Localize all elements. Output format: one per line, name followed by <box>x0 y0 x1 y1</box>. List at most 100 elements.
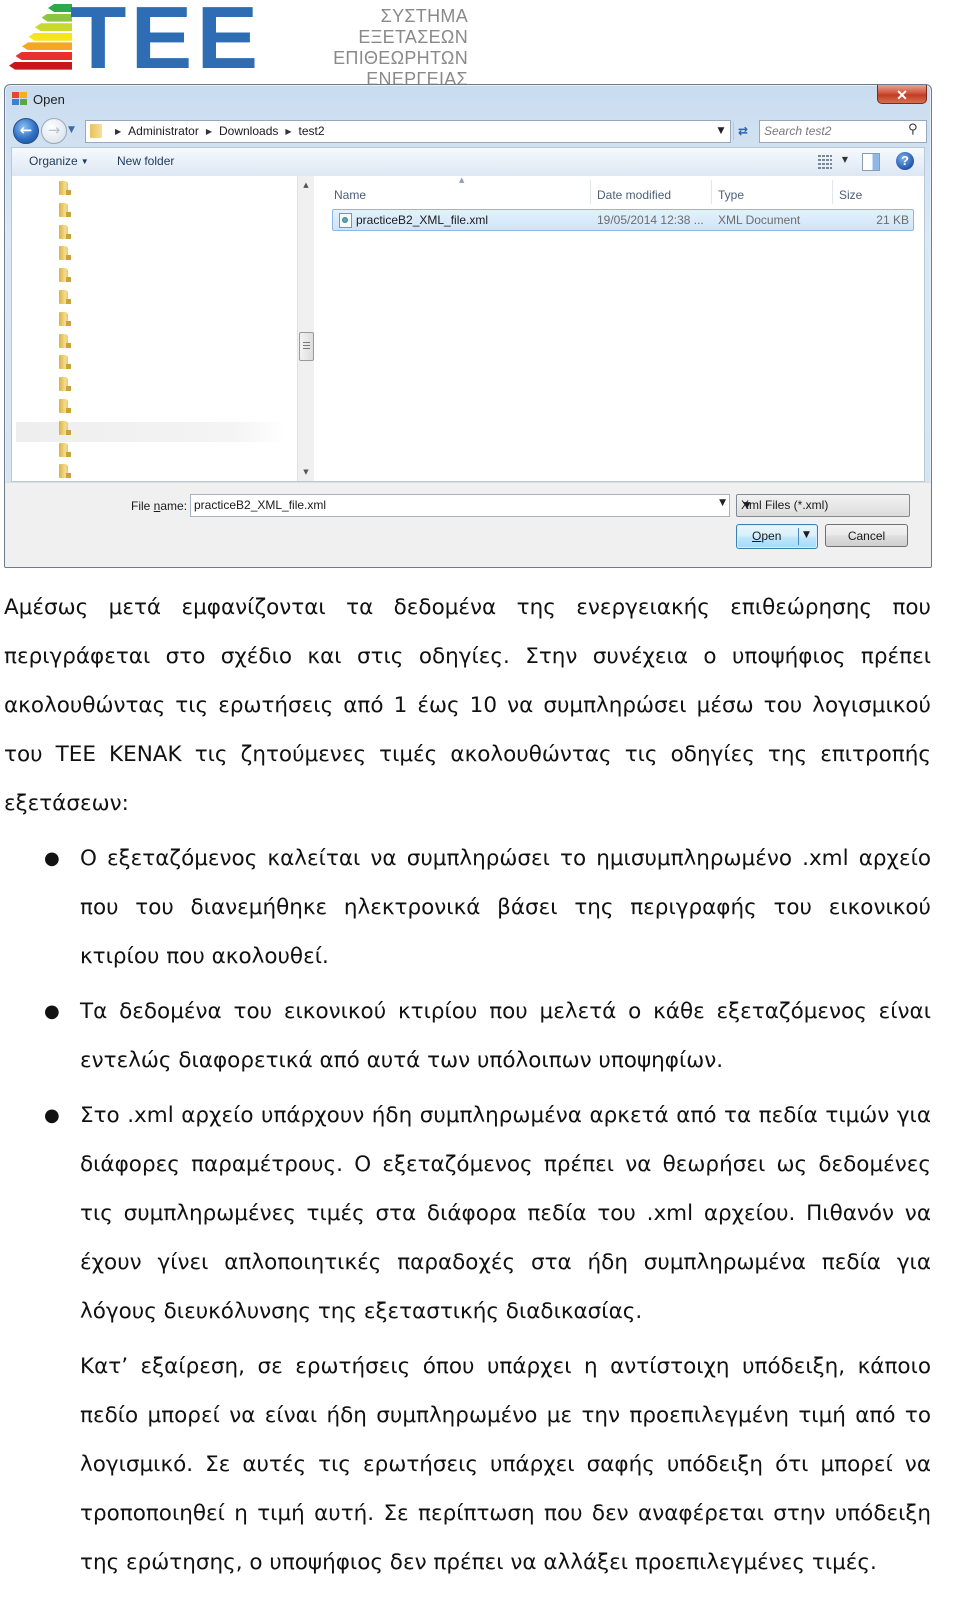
folder-icon[interactable] <box>59 202 71 218</box>
document-body: Αμέσως μετά εμφανίζονται τα δεδομένα της… <box>4 583 931 1587</box>
column-header-date-modified[interactable]: Date modified <box>597 188 671 202</box>
scroll-up-icon[interactable]: ▲ <box>298 178 314 192</box>
file-name-dropdown-icon[interactable]: ▼ <box>719 498 726 508</box>
nav-selected-highlight <box>16 422 286 442</box>
change-view-button[interactable] <box>818 154 832 169</box>
tee-logo: TEE ΣΥΣΤΗΜΑ ΕΞΕΤΑΣΕΩΝ ΕΠΙΘΕΩΡΗΤΩΝ ΕΝΕΡΓΕ… <box>6 0 468 89</box>
system-title-line: ΕΠΙΘΕΩΡΗΤΩΝ <box>333 48 468 68</box>
column-header-type[interactable]: Type <box>718 188 744 202</box>
dialog-body: ▲ ▼ ▲ Name Date modified Type Size pract… <box>11 176 925 482</box>
open-file-dialog: Open ✕ ← → ▼ ▶ Administrator ▶ Downloads ▶ te… <box>4 84 932 568</box>
energy-bar <box>15 52 72 60</box>
file-row-selected[interactable]: practiceB2_XML_file.xml 19/05/2014 12:38… <box>332 209 914 231</box>
close-button[interactable]: ✕ <box>877 85 927 104</box>
exception-paragraph: Κατ’ εξαίρεση, σε ερωτήσεις όπου υπάρχει… <box>80 1354 931 1575</box>
search-box: ⚲ <box>759 120 927 143</box>
cancel-button[interactable]: Cancel <box>825 524 908 547</box>
breadcrumb-item[interactable]: test2 <box>299 124 325 138</box>
instruction-text: Ο εξεταζόμενος καλείται να συμπληρώσει τ… <box>80 846 931 969</box>
dialog-titlebar[interactable]: Open ✕ <box>5 85 931 115</box>
column-divider[interactable] <box>590 180 591 204</box>
open-access-key: O <box>752 529 762 543</box>
system-title-line: ΣΥΣΤΗΜΑ ΕΞΕΤΑΣΕΩΝ <box>358 6 468 47</box>
organize-button[interactable]: Organize ▼ <box>29 154 89 168</box>
file-date-modified: 19/05/2014 12:38 ... <box>597 213 704 227</box>
search-input[interactable] <box>764 123 894 139</box>
bullet-icon: ● <box>44 848 60 869</box>
chevron-down-icon: ▼ <box>741 498 753 512</box>
recent-locations-dropdown[interactable]: ▼ <box>68 125 75 135</box>
column-header-size[interactable]: Size <box>839 188 862 202</box>
breadcrumb-item[interactable]: Administrator <box>128 124 199 138</box>
folder-icon[interactable] <box>59 399 71 414</box>
instruction-item: ● Ο εξεταζόμενος καλείται να συμπληρώσει … <box>4 834 931 981</box>
split-divider <box>798 528 799 545</box>
instruction-item: ● Τα δεδομένα του εικονικού κτιρίου που μ… <box>4 987 931 1085</box>
breadcrumb-item[interactable]: Downloads <box>219 124 278 138</box>
breadcrumb-separator-icon[interactable]: ▶ <box>115 127 121 136</box>
folder-icon[interactable] <box>59 246 71 261</box>
scroll-down-icon[interactable]: ▼ <box>298 465 314 479</box>
folder-icon[interactable] <box>59 181 71 196</box>
instruction-text: Στο .xml αρχείο υπάρχουν ήδη συμπληρωμέν… <box>80 1103 931 1324</box>
energy-bar <box>28 32 72 41</box>
folder-icon[interactable] <box>59 224 71 240</box>
close-icon: ✕ <box>896 87 908 103</box>
bullet-icon: ● <box>44 1105 60 1126</box>
help-button[interactable]: ? <box>896 152 914 170</box>
organize-label: Organize <box>29 154 78 168</box>
folder-icon[interactable] <box>59 355 71 370</box>
energy-bar <box>9 61 72 70</box>
file-name-label-suffix: ame: <box>160 499 188 513</box>
breadcrumb-separator-icon[interactable]: ▶ <box>285 127 291 136</box>
logo-text: TEE <box>70 0 263 87</box>
file-type: XML Document <box>718 213 801 227</box>
search-icon[interactable]: ⚲ <box>908 123 922 137</box>
dialog-footer: File name: ▼ Xml Files (*.xml) ▼ Open ▼ … <box>5 482 931 567</box>
energy-bar <box>22 42 72 51</box>
navigation-row: ← → ▼ ▶ Administrator ▶ Downloads ▶ test2 ▼ ⇄… <box>11 118 927 144</box>
open-options-dropdown-icon[interactable]: ▼ <box>803 530 810 540</box>
application-icon <box>12 92 28 106</box>
forward-button[interactable]: → <box>41 118 67 144</box>
open-button[interactable]: Open ▼ <box>736 524 818 549</box>
folder-icon[interactable] <box>59 420 71 436</box>
folder-icon[interactable] <box>59 464 71 479</box>
system-title: ΣΥΣΤΗΜΑ ΕΞΕΤΑΣΕΩΝ ΕΠΙΘΕΩΡΗΤΩΝ ΕΝΕΡΓΕΙΑΣ <box>268 6 468 90</box>
energy-bar <box>35 23 72 32</box>
file-name-input[interactable] <box>194 497 694 513</box>
address-bar[interactable]: ▶ Administrator ▶ Downloads ▶ test2 ▼ <box>85 120 731 143</box>
address-dropdown-icon[interactable]: ▼ <box>714 124 728 138</box>
dialog-title: Open <box>33 92 65 107</box>
new-folder-button[interactable]: New folder <box>117 154 174 168</box>
chevron-down-icon: ▼ <box>80 157 89 166</box>
arrow-left-icon: ← <box>19 121 33 139</box>
breadcrumb-separator-icon[interactable]: ▶ <box>206 127 212 136</box>
back-button[interactable]: ← <box>13 118 39 144</box>
xml-file-icon <box>339 213 352 228</box>
bullet-icon: ● <box>44 1001 60 1022</box>
view-options-dropdown-icon[interactable]: ▼ <box>842 155 848 164</box>
folder-icon[interactable] <box>59 268 71 283</box>
navigation-pane: ▲ ▼ <box>12 176 314 481</box>
file-type-select[interactable]: Xml Files (*.xml) ▼ <box>736 494 910 517</box>
folder-icon[interactable] <box>59 377 71 392</box>
folder-icon[interactable] <box>59 290 71 305</box>
folder-icon[interactable] <box>59 333 71 349</box>
instructions-list: ● Ο εξεταζόμενος καλείται να συμπληρώσει … <box>4 834 931 1336</box>
navigation-scrollbar[interactable]: ▲ ▼ <box>297 176 314 481</box>
folder-icon[interactable] <box>59 311 71 327</box>
preview-pane-button[interactable] <box>862 153 880 171</box>
column-header-name[interactable]: Name <box>334 188 366 202</box>
column-divider[interactable] <box>832 180 833 204</box>
breadcrumb: ▶ Administrator ▶ Downloads ▶ test2 <box>108 124 325 138</box>
column-divider[interactable] <box>711 180 712 204</box>
scrollbar-thumb[interactable] <box>299 332 314 361</box>
file-name-combobox: ▼ <box>190 494 730 517</box>
energy-bar <box>41 13 72 22</box>
folder-icon <box>90 124 102 138</box>
energy-bar <box>48 4 72 12</box>
folder-icon[interactable] <box>59 442 71 458</box>
command-toolbar: Organize ▼ New folder ▼ ? <box>11 147 925 177</box>
refresh-button[interactable]: ⇄ <box>733 122 752 140</box>
